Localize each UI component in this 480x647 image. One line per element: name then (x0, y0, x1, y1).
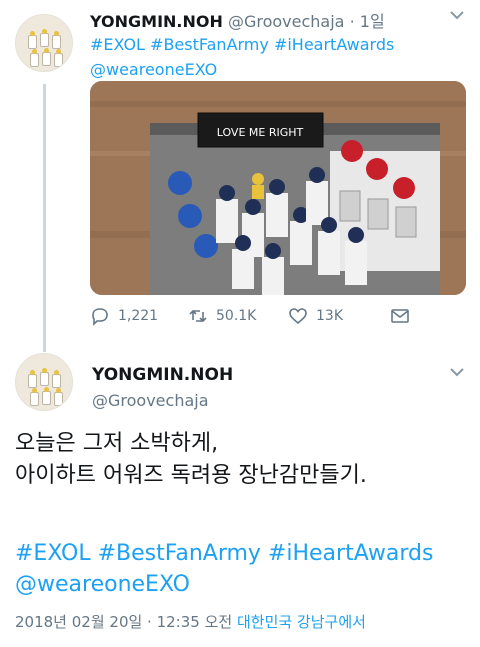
tweet-body: 오늘은 그저 소박하게, 아이하트 어워즈 독려용 장난감만들기. (15, 428, 470, 492)
user-handle[interactable]: @Groovechaja (228, 12, 345, 31)
chevron-down-icon[interactable] (450, 365, 464, 381)
like-count: 13K (316, 308, 343, 324)
like-icon (289, 308, 307, 325)
tweet-photo[interactable]: LOVE ME RIGHT (90, 81, 466, 295)
tweet-header: YONGMIN.NOH @Groovechaja · 1일 (90, 8, 385, 32)
lego-stadium-photo: LOVE ME RIGHT (90, 81, 466, 295)
separator: · (349, 12, 355, 31)
body-line: 아이하트 어워즈 독려용 장난감만들기. (15, 463, 367, 488)
hashtags[interactable]: #EXOL #BestFanArmy #iHeartAwards (90, 32, 460, 57)
tweet-hashtags: #EXOL #BestFanArmy #iHeartAwards @weareo… (15, 538, 470, 600)
body-line: 오늘은 그저 소박하게, (15, 431, 219, 456)
display-name[interactable]: YONGMIN.NOH (92, 365, 233, 385)
tweet-actions: 1,221 50.1K 13K (90, 306, 420, 330)
hashtags[interactable]: #EXOL #BestFanArmy #iHeartAwards (15, 538, 470, 569)
photo-sign-text: LOVE ME RIGHT (217, 126, 304, 139)
reply-action[interactable]: 1,221 (90, 306, 158, 326)
avatar[interactable] (15, 353, 73, 411)
user-handle[interactable]: @Groovechaja (92, 391, 209, 410)
tweet-focused[interactable]: YONGMIN.NOH @Groovechaja 오늘은 그저 소박하게, 아이… (0, 345, 480, 647)
like-action[interactable]: 13K (288, 306, 343, 326)
tweet-text: #EXOL #BestFanArmy #iHeartAwards @weareo… (90, 32, 460, 82)
tweet-location[interactable]: 대한민국 강남구에서 (237, 613, 366, 631)
avatar[interactable] (15, 14, 73, 72)
retweet-count: 50.1K (216, 308, 257, 324)
reply-count: 1,221 (118, 308, 159, 324)
share-action[interactable] (390, 306, 410, 326)
tweet-parent[interactable]: YONGMIN.NOH @Groovechaja · 1일 #EXOL #Bes… (0, 0, 480, 345)
chevron-down-icon[interactable] (450, 8, 464, 24)
retweet-icon (189, 309, 207, 323)
mention[interactable]: @weareoneEXO (90, 57, 460, 82)
tweet-time[interactable]: 1일 (360, 12, 385, 31)
share-icon (391, 309, 409, 323)
tweet-meta: 2018년 02월 20일 · 12:35 오전 대한민국 강남구에서 (15, 611, 366, 632)
mention[interactable]: @weareoneEXO (15, 569, 470, 600)
display-name[interactable]: YONGMIN.NOH (90, 12, 223, 31)
retweet-action[interactable]: 50.1K (188, 306, 256, 326)
tweet-datetime[interactable]: 2018년 02월 20일 · 12:35 오전 (15, 613, 232, 631)
reply-icon (92, 308, 108, 326)
